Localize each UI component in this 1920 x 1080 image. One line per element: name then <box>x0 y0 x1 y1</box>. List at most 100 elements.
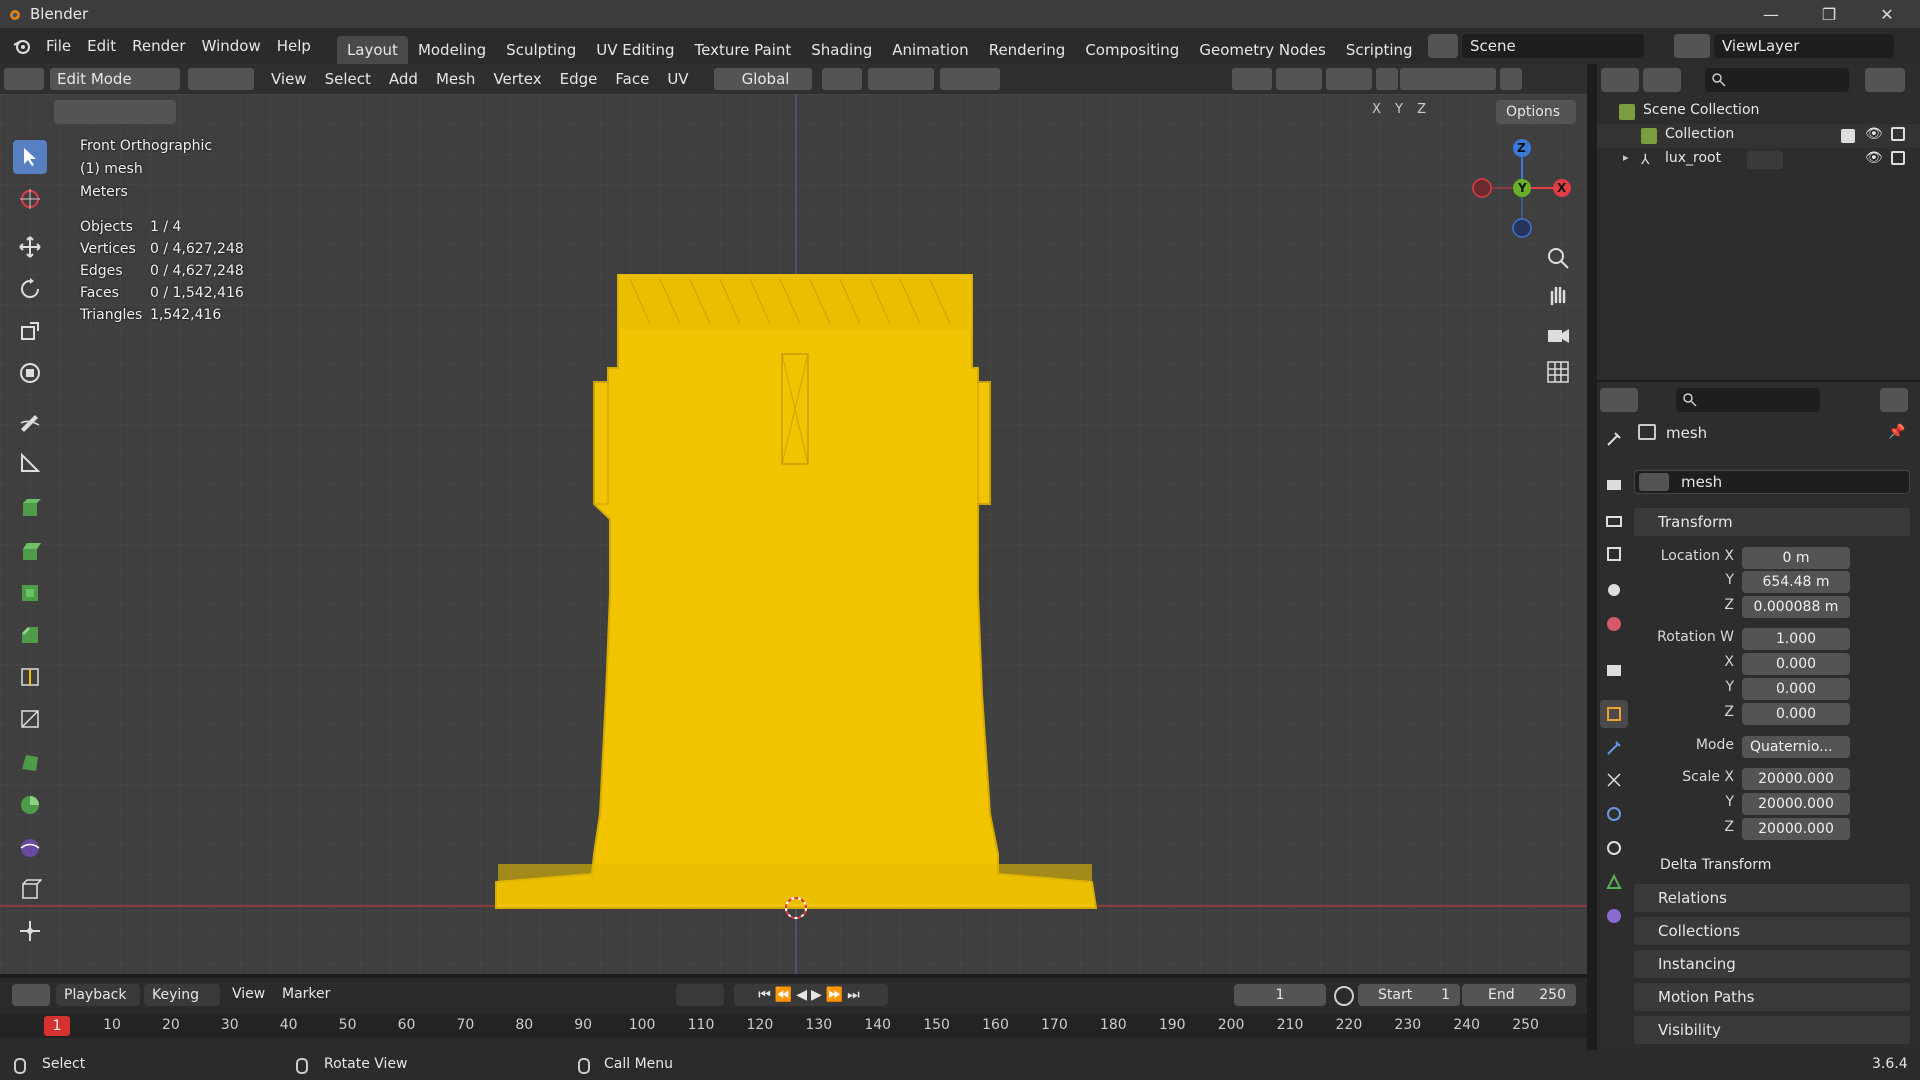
outliner-search-input[interactable] <box>1705 68 1849 92</box>
scene-name-field[interactable]: Scene <box>1462 34 1644 58</box>
output-properties-icon[interactable] <box>1600 506 1628 534</box>
timeline-view-menu[interactable]: View <box>232 986 265 1002</box>
menu-view[interactable]: View <box>262 70 316 88</box>
location-y-field[interactable]: 654.48 m <box>1742 571 1850 593</box>
mirror-axis-x[interactable]: X <box>1372 102 1381 117</box>
collection-checkbox[interactable] <box>1841 129 1855 143</box>
rotation-x-field[interactable]: 0.000 <box>1742 653 1850 675</box>
rotation-mode-dropdown[interactable]: Quaternio... <box>1742 736 1850 758</box>
tab-scripting[interactable]: Scripting <box>1336 36 1423 64</box>
rotate-tool-icon[interactable] <box>13 272 47 306</box>
tab-animation[interactable]: Animation <box>882 36 978 64</box>
filter-icon[interactable] <box>1865 68 1905 92</box>
zoom-icon[interactable] <box>1544 244 1572 272</box>
options-dropdown[interactable]: Options <box>1496 100 1576 124</box>
inset-tool-icon[interactable] <box>13 576 47 610</box>
location-x-field[interactable]: 0 m <box>1742 547 1850 569</box>
menu-vertex[interactable]: Vertex <box>484 70 550 88</box>
overlay-toggle-icon[interactable] <box>1325 68 1372 90</box>
transform-panel-header[interactable]: Transform <box>1634 508 1910 536</box>
cursor-tool-icon[interactable] <box>13 182 47 216</box>
tool-properties-icon[interactable] <box>1600 425 1628 453</box>
eye-icon[interactable]: 👁 <box>1865 126 1883 142</box>
menu-add[interactable]: Add <box>380 70 427 88</box>
tab-uv-editing[interactable]: UV Editing <box>586 36 684 64</box>
transform-orientation-dropdown[interactable]: Global <box>713 68 812 90</box>
menu-face[interactable]: Face <box>606 70 658 88</box>
menu-render[interactable]: Render <box>124 28 193 64</box>
motion-paths-panel-header[interactable]: Motion Paths <box>1634 983 1910 1011</box>
end-frame-field[interactable]: End 250 <box>1462 984 1576 1006</box>
playback-menu[interactable]: Playback <box>56 984 140 1006</box>
properties-options-icon[interactable] <box>1880 388 1908 412</box>
selected-mesh[interactable] <box>490 274 1110 914</box>
mirror-axis-z[interactable]: Z <box>1417 102 1426 117</box>
render-properties-icon[interactable] <box>1600 470 1628 498</box>
blender-menu-icon[interactable] <box>12 36 32 56</box>
menu-uv[interactable]: UV <box>658 70 697 88</box>
properties-search-input[interactable] <box>1676 388 1820 412</box>
object-datablock-field[interactable]: mesh <box>1634 470 1910 494</box>
shading-options-icon[interactable] <box>1499 68 1522 90</box>
clock-icon[interactable] <box>1334 986 1354 1006</box>
annotate-tool-icon[interactable] <box>13 404 47 438</box>
location-z-field[interactable]: 0.000088 m <box>1742 596 1850 618</box>
outliner-item-lux-root[interactable]: ▸ ⅄ lux_root 👁 <box>1597 148 1920 172</box>
playhead-frame-indicator[interactable]: 1 <box>44 1016 70 1036</box>
select-box-tool-icon[interactable] <box>13 140 47 174</box>
transform-tool-icon[interactable] <box>13 356 47 390</box>
collections-panel-header[interactable]: Collections <box>1634 917 1910 945</box>
view-layer-properties-icon[interactable] <box>1600 540 1628 568</box>
bevel-tool-icon[interactable] <box>13 618 47 652</box>
mirror-axis-y[interactable]: Y <box>1395 102 1403 117</box>
delta-transform-subpanel[interactable]: Delta Transform <box>1660 857 1771 873</box>
rotation-y-field[interactable]: 0.000 <box>1742 678 1850 700</box>
measure-tool-icon[interactable] <box>13 446 47 480</box>
move-tool-icon[interactable] <box>13 230 47 264</box>
proportional-editing-icon[interactable] <box>939 68 1000 90</box>
tab-sculpting[interactable]: Sculpting <box>496 36 586 64</box>
add-cube-tool-icon[interactable] <box>13 490 47 524</box>
loop-cut-tool-icon[interactable] <box>13 660 47 694</box>
menu-edge[interactable]: Edge <box>551 70 607 88</box>
frame-ruler[interactable]: 10 20 30 40 50 60 70 80 90 100 110 120 130 140 150 160 1… <box>0 1014 1587 1038</box>
tab-compositing[interactable]: Compositing <box>1075 36 1189 64</box>
eye-icon[interactable]: 👁 <box>1865 150 1883 166</box>
select-mode-buttons[interactable] <box>188 68 254 90</box>
outliner-editor-type-icon[interactable] <box>1601 68 1639 92</box>
extrude-tool-icon[interactable] <box>13 534 47 568</box>
render-camera-icon[interactable] <box>1891 127 1905 141</box>
start-frame-field[interactable]: Start 1 <box>1358 984 1460 1006</box>
editor-type-icon[interactable] <box>4 68 44 90</box>
object-properties-icon[interactable] <box>1600 700 1628 728</box>
pin-icon[interactable]: 📌 <box>1888 424 1905 440</box>
shear-tool-icon[interactable] <box>13 914 47 948</box>
scene-properties-icon[interactable] <box>1600 576 1628 604</box>
object-browse-icon[interactable] <box>1639 473 1669 491</box>
pivot-point-icon[interactable] <box>821 68 862 90</box>
tab-texture-paint[interactable]: Texture Paint <box>684 36 801 64</box>
xray-toggle-icon[interactable] <box>1375 68 1398 90</box>
scale-tool-icon[interactable] <box>13 314 47 348</box>
knife-tool-icon[interactable] <box>13 702 47 736</box>
outliner-item-collection[interactable]: Collection 👁 <box>1597 124 1920 148</box>
menu-file[interactable]: File <box>38 28 79 64</box>
select-box-mode-buttons[interactable] <box>54 100 176 124</box>
scene-collection-row[interactable]: Scene Collection <box>1597 100 1920 124</box>
tab-shading[interactable]: Shading <box>801 36 882 64</box>
viewlayer-selector-icon[interactable] <box>1674 34 1710 58</box>
timeline-editor-type-icon[interactable] <box>12 984 50 1006</box>
smooth-tool-icon[interactable] <box>13 830 47 864</box>
menu-window[interactable]: Window <box>194 28 269 64</box>
modifier-properties-icon[interactable] <box>1600 734 1628 762</box>
snapping-icon[interactable] <box>867 68 934 90</box>
particle-properties-icon[interactable] <box>1600 766 1628 794</box>
display-mode-icon[interactable] <box>1643 68 1681 92</box>
rotation-z-field[interactable]: 0.000 <box>1742 703 1850 725</box>
render-camera-icon[interactable] <box>1891 151 1905 165</box>
material-properties-icon[interactable] <box>1600 902 1628 930</box>
mode-selector[interactable]: Edit Mode <box>50 68 180 90</box>
properties-editor-type-icon[interactable] <box>1600 388 1638 412</box>
menu-edit[interactable]: Edit <box>79 28 124 64</box>
visibility-panel-header[interactable]: Visibility <box>1634 1016 1910 1044</box>
